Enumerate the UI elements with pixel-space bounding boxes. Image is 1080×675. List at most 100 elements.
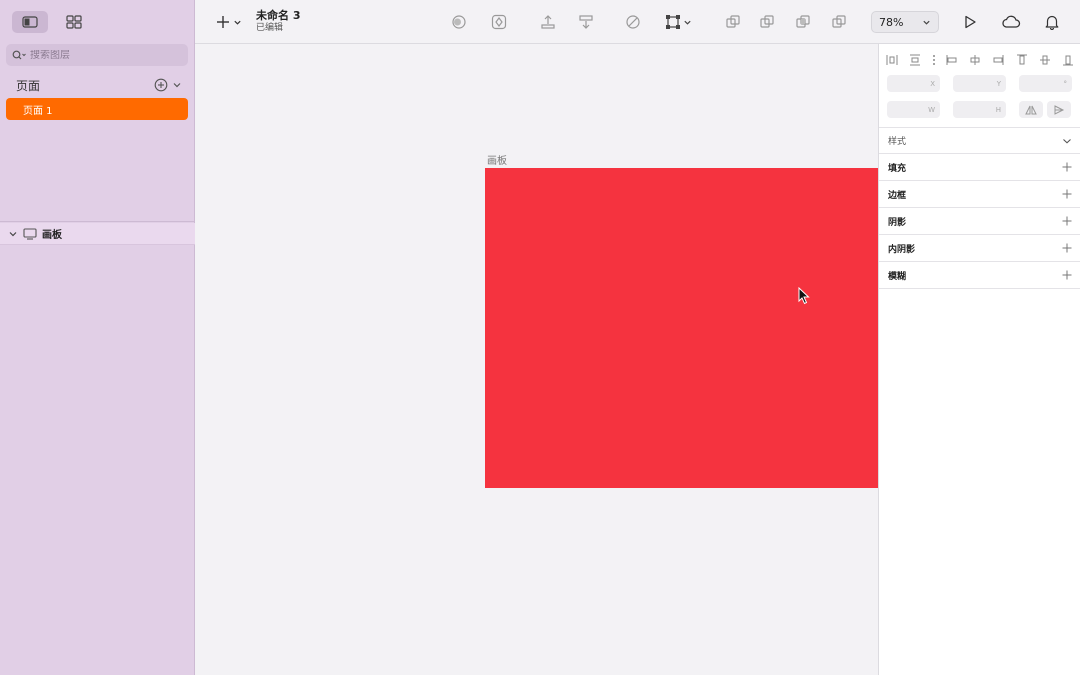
align-bottom-icon[interactable] xyxy=(1061,53,1075,67)
align-center-horizontal-icon[interactable] xyxy=(968,53,982,67)
align-right-icon[interactable] xyxy=(991,53,1005,67)
boolean-subtract-button[interactable] xyxy=(756,0,778,44)
border-label: 边框 xyxy=(888,190,907,201)
shadow-section[interactable]: 阴影 xyxy=(879,208,1080,235)
artboard-icon xyxy=(23,227,37,240)
border-section[interactable]: 边框 xyxy=(879,181,1080,208)
shadow-label: 阴影 xyxy=(888,217,907,228)
components-tab[interactable] xyxy=(56,11,92,33)
width-field[interactable]: W xyxy=(887,101,940,118)
cloud-button[interactable] xyxy=(998,0,1024,44)
sidebar-tabs xyxy=(0,0,194,44)
layers-divider xyxy=(0,221,195,222)
layer-search[interactable] xyxy=(6,44,188,66)
inspector-panel: X Y ° W H 样式 填充 边框 阴影 内阴影 模糊 xyxy=(878,44,1080,675)
page-item-1[interactable]: 页面 1 xyxy=(6,98,188,120)
flip-vertical-button[interactable] xyxy=(1047,101,1071,118)
x-field[interactable]: X xyxy=(887,75,940,92)
align-middle-vertical-icon[interactable] xyxy=(1038,53,1052,67)
create-symbol-button[interactable] xyxy=(448,0,470,44)
y-field-label: Y xyxy=(996,79,1001,88)
chevron-down-icon xyxy=(683,20,691,25)
align-top-icon[interactable] xyxy=(1015,53,1029,67)
intersect-icon xyxy=(796,15,810,28)
upload-icon xyxy=(541,15,555,29)
plus-icon xyxy=(217,16,229,28)
align-left-icon[interactable] xyxy=(945,53,959,67)
x-field-label: X xyxy=(930,79,935,88)
layers-tab[interactable] xyxy=(12,11,48,33)
export-button[interactable] xyxy=(537,0,559,44)
height-field[interactable]: H xyxy=(953,101,1006,118)
chevron-down-icon xyxy=(234,20,241,25)
transform-button[interactable] xyxy=(661,0,695,44)
distribute-horizontal-icon[interactable] xyxy=(885,53,899,67)
boolean-difference-button[interactable] xyxy=(828,0,850,44)
add-border-icon[interactable] xyxy=(1062,189,1072,199)
add-shadow-icon[interactable] xyxy=(1062,216,1072,226)
y-field[interactable]: Y xyxy=(953,75,1006,92)
blur-section[interactable]: 模糊 xyxy=(879,262,1080,289)
inner-shadow-label: 内阴影 xyxy=(888,244,916,255)
flip-horizontal-button[interactable] xyxy=(1019,101,1043,118)
pen-slash-icon xyxy=(626,15,640,29)
notifications-button[interactable] xyxy=(1041,0,1063,44)
chevron-down-icon[interactable] xyxy=(1062,136,1072,146)
add-page-icon[interactable] xyxy=(154,78,168,92)
style-label: 样式 xyxy=(888,137,907,147)
pages-header: 页面 xyxy=(16,76,182,94)
fill-label: 填充 xyxy=(888,163,907,174)
blur-label: 模糊 xyxy=(888,271,907,282)
layer-row-artboard[interactable]: 画板 xyxy=(0,223,195,245)
pen-tool-button[interactable] xyxy=(622,0,644,44)
canvas[interactable]: 画板 xyxy=(195,44,878,675)
document-title: 未命名 3 xyxy=(256,9,301,22)
height-field-label: H xyxy=(995,105,1001,114)
artboard[interactable] xyxy=(485,168,878,488)
boolean-intersect-button[interactable] xyxy=(792,0,814,44)
zoom-value: 78% xyxy=(879,15,904,29)
toolbar: 未命名 3 已编辑 78% xyxy=(195,0,1080,44)
chevron-down-icon xyxy=(923,20,930,25)
mouse-cursor-icon xyxy=(798,287,810,305)
distribute-vertical-icon[interactable] xyxy=(908,53,922,67)
width-field-label: W xyxy=(928,105,935,114)
sidebar: 页面 页面 1 画板 xyxy=(0,0,195,675)
align-bottom-icon xyxy=(579,15,593,29)
transform-frame-icon xyxy=(665,15,680,29)
chevron-down-icon[interactable] xyxy=(8,229,18,239)
style-row[interactable]: 样式 xyxy=(879,127,1080,154)
layer-label: 画板 xyxy=(42,230,62,241)
boolean-union-button[interactable] xyxy=(722,0,744,44)
component-button[interactable] xyxy=(488,0,510,44)
inner-shadow-section[interactable]: 内阴影 xyxy=(879,235,1080,262)
flip-vertical-icon xyxy=(1054,104,1065,115)
search-input[interactable] xyxy=(30,49,180,61)
pages-label: 页面 xyxy=(16,78,41,93)
chevron-down-icon[interactable] xyxy=(172,80,182,90)
distribute-button[interactable] xyxy=(575,0,597,44)
layers-panel-icon xyxy=(22,16,38,28)
search-icon xyxy=(12,50,26,60)
preview-button[interactable] xyxy=(959,0,981,44)
difference-icon xyxy=(832,15,846,28)
more-vertical-icon[interactable] xyxy=(932,53,936,67)
add-fill-icon[interactable] xyxy=(1062,162,1072,172)
cloud-icon xyxy=(1002,15,1021,28)
add-blur-icon[interactable] xyxy=(1062,270,1072,280)
play-icon xyxy=(965,15,976,29)
alignment-toolbar xyxy=(885,50,1075,70)
zoom-select[interactable]: 78% xyxy=(871,11,939,33)
rotation-field-label: ° xyxy=(1063,79,1068,88)
artboard-label[interactable]: 画板 xyxy=(487,152,507,167)
insert-button[interactable] xyxy=(213,0,245,44)
document-status: 已编辑 xyxy=(256,23,284,33)
add-inner-shadow-icon[interactable] xyxy=(1062,243,1072,253)
flip-horizontal-icon xyxy=(1025,105,1037,114)
union-icon xyxy=(726,15,740,28)
symbol-icon xyxy=(452,15,466,29)
rotation-field[interactable]: ° xyxy=(1019,75,1072,92)
subtract-icon xyxy=(760,15,774,28)
page-item-label: 页面 1 xyxy=(23,105,53,117)
fill-section[interactable]: 填充 xyxy=(879,154,1080,181)
